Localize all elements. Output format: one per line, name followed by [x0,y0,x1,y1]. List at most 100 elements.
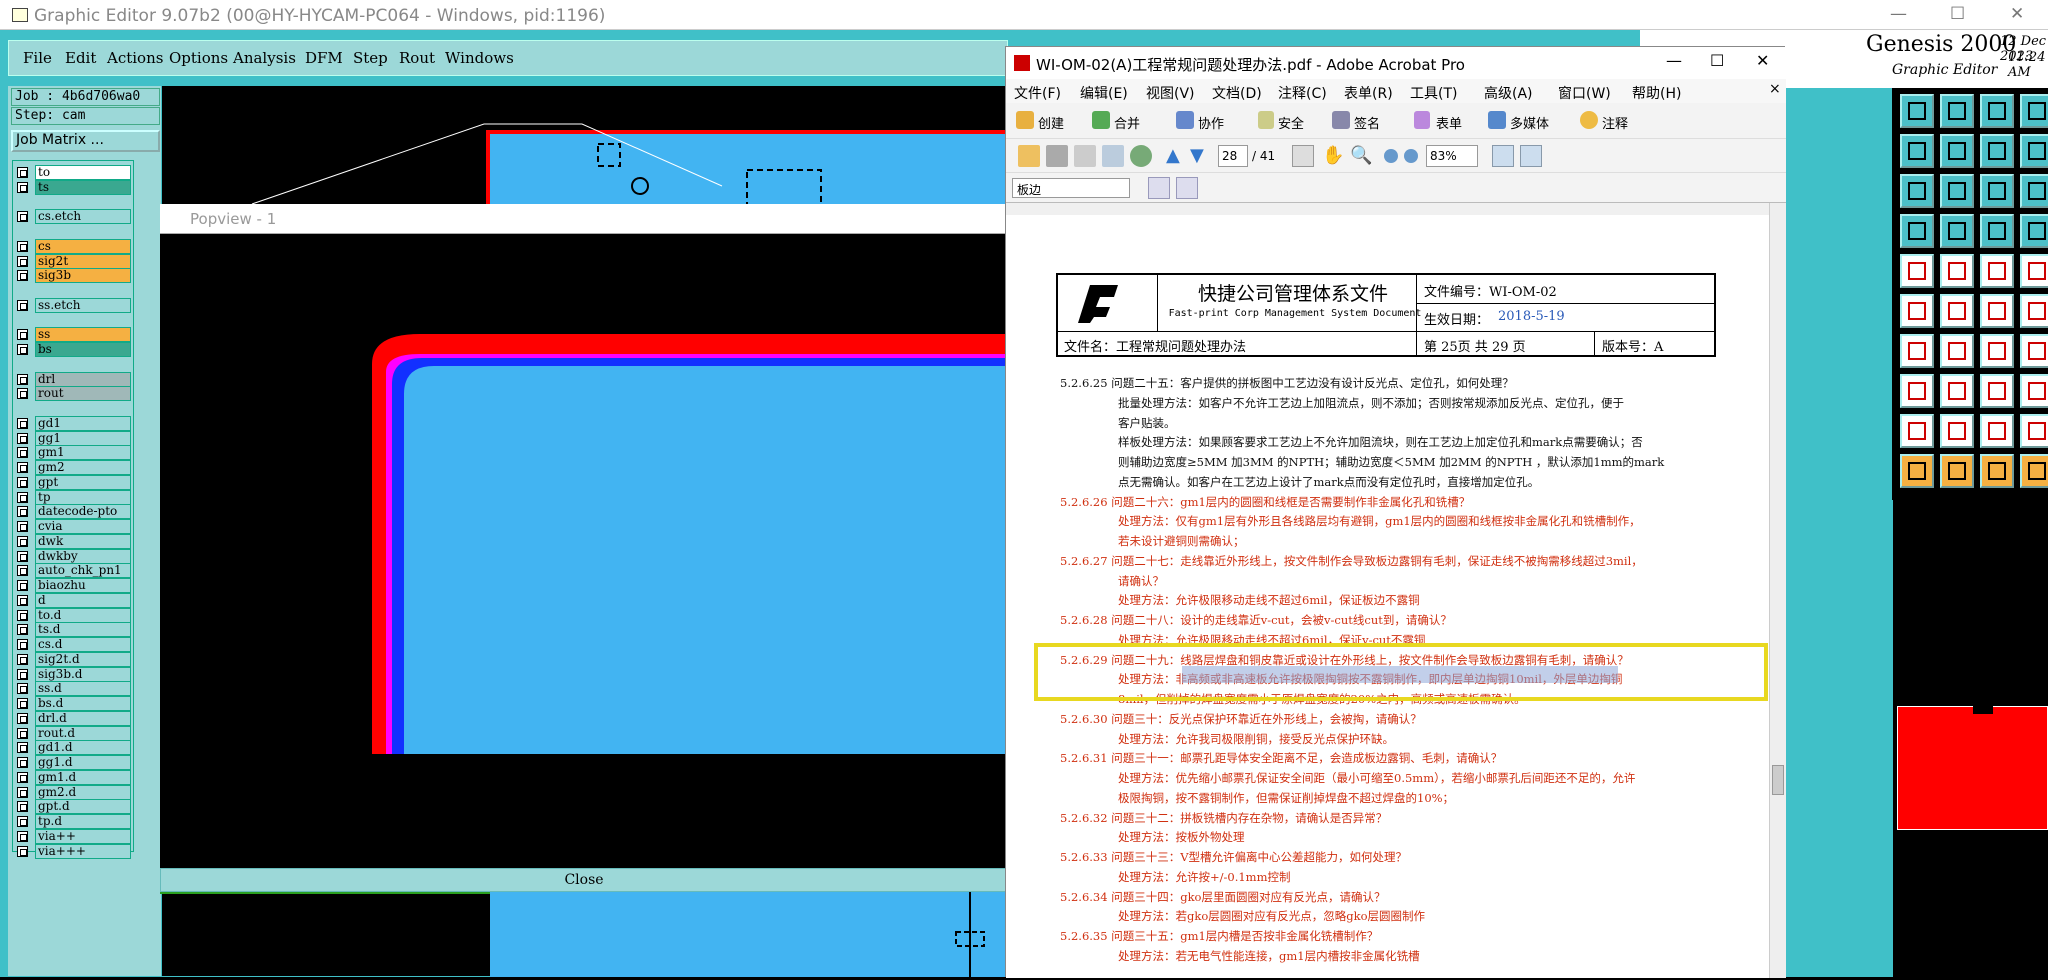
prev-page-icon[interactable]: ▲ [1166,145,1188,167]
layer-checkbox[interactable] [17,491,28,503]
layer-name[interactable]: d [35,592,131,608]
tool-button[interactable] [1940,334,1974,368]
layer-row[interactable]: cs [15,238,133,254]
layer-checkbox[interactable] [17,550,28,562]
layer-row[interactable]: to.d [15,607,133,623]
layer-name[interactable]: gpt [35,474,131,490]
menu-edit[interactable]: Edit [65,49,96,67]
scroll-thumb[interactable] [1772,765,1784,795]
layer-row[interactable]: sig2t.d [15,651,133,667]
acro-close-button[interactable]: ✕ [1756,51,1769,70]
layer-name[interactable]: to.d [35,607,131,623]
layer-name[interactable]: ts.d [35,622,131,638]
tool-multimedia[interactable]: 多媒体 [1510,113,1549,132]
layer-checkbox[interactable] [17,535,28,547]
layer-checkbox[interactable] [17,594,28,606]
tool-button[interactable] [1980,254,2014,288]
layer-row[interactable]: drl [15,371,133,387]
layer-name[interactable]: drl.d [35,710,131,726]
layer-checkbox[interactable] [17,462,28,473]
fit-page-icon[interactable] [1492,145,1514,167]
amenu-advanced[interactable]: 高级(A) [1484,83,1533,103]
menu-dfm[interactable]: DFM [305,49,343,67]
layer-name[interactable]: cvia [35,519,131,534]
layer-row[interactable]: ts [15,179,133,195]
layer-name[interactable]: via++ [35,828,131,844]
layer-checkbox[interactable] [17,270,28,282]
amenu-tools[interactable]: 工具(T) [1410,83,1457,103]
layer-checkbox[interactable] [17,344,28,355]
tool-button[interactable] [1940,414,1974,448]
layer-checkbox[interactable] [17,771,28,783]
tool-button[interactable] [1900,214,1934,248]
menu-actions[interactable]: Actions [107,49,163,67]
tool-button[interactable] [1980,174,2014,208]
layer-row[interactable]: cs.etch [15,209,133,225]
layer-row[interactable]: auto_chk_pn1 [15,563,133,579]
layer-name[interactable]: cs [35,238,131,254]
layer-name[interactable]: via+++ [35,843,131,859]
acro-maximize-button[interactable]: ☐ [1710,51,1724,70]
layer-row[interactable]: drl.d [15,710,133,726]
tool-button[interactable] [2020,374,2048,408]
layer-row[interactable]: gm2.d [15,784,133,800]
tool-forms[interactable]: 表单 [1436,113,1462,132]
layer-row[interactable]: rout [15,386,133,402]
layer-row[interactable]: ss.d [15,681,133,697]
page-number-input[interactable]: 28 [1218,145,1248,167]
layer-checkbox[interactable] [17,506,28,518]
tool-button[interactable] [1900,414,1934,448]
tool-button[interactable] [1900,294,1934,328]
layer-checkbox[interactable] [17,447,28,459]
tool-button[interactable] [1940,214,1974,248]
tool-button[interactable] [1900,254,1934,288]
layer-checkbox[interactable] [17,609,28,621]
fit-width-icon[interactable] [1520,145,1542,167]
layer-row[interactable]: gpt.d [15,799,133,815]
layer-row[interactable]: rout.d [15,725,133,741]
layer-checkbox[interactable] [17,388,28,400]
tool-button[interactable] [1900,94,1934,128]
layer-name[interactable]: cs.etch [35,209,131,225]
tool-button[interactable] [1940,294,1974,328]
amenu-edit[interactable]: 编辑(E) [1080,83,1128,103]
layer-row[interactable]: ts.d [15,622,133,638]
layer-checkbox[interactable] [17,373,28,385]
tool-comment[interactable]: 注释 [1602,113,1628,132]
layer-name[interactable]: gm2 [35,460,131,475]
layer-checkbox[interactable] [17,417,28,429]
menu-windows[interactable]: Windows [445,49,514,67]
layer-row[interactable]: tp.d [15,814,133,829]
layer-checkbox[interactable] [17,742,28,754]
layer-checkbox[interactable] [17,299,28,311]
layer-checkbox[interactable] [17,816,28,827]
tool-button[interactable] [2020,134,2048,168]
layer-checkbox[interactable] [17,167,28,178]
amenu-forms[interactable]: 表单(R) [1344,83,1393,103]
layer-checkbox[interactable] [17,653,28,665]
tool-collaborate[interactable]: 协作 [1198,113,1224,132]
layer-row[interactable]: biaozhu [15,578,133,593]
layer-name[interactable]: biaozhu [35,578,131,593]
layer-checkbox[interactable] [17,683,28,695]
tool-button[interactable] [1940,134,1974,168]
layer-name[interactable]: sig3b [35,268,131,284]
popview-close-button[interactable]: Close [160,868,1008,892]
layer-checkbox[interactable] [17,211,28,223]
tool-button[interactable] [1900,454,1934,488]
layer-name[interactable]: gpt.d [35,799,131,815]
layer-checkbox[interactable] [17,255,28,267]
layer-row[interactable]: gpt [15,474,133,490]
layer-name[interactable]: gd1.d [35,740,131,756]
layer-row[interactable]: gm1 [15,445,133,461]
pdf-page[interactable]: 快捷公司管理体系文件 Fast-print Corp Management Sy… [1006,215,1769,978]
layer-row[interactable]: sig2t [15,253,133,269]
tool-button[interactable] [1900,134,1934,168]
layer-row[interactable]: sig3b.d [15,666,133,682]
layer-name[interactable]: bs.d [35,696,131,711]
minimap[interactable] [1893,500,2048,977]
layer-name[interactable]: auto_chk_pn1 [35,563,131,579]
layer-row[interactable]: dwkby [15,548,133,564]
layer-checkbox[interactable] [17,580,28,591]
bookmark-icon[interactable] [1148,177,1170,199]
